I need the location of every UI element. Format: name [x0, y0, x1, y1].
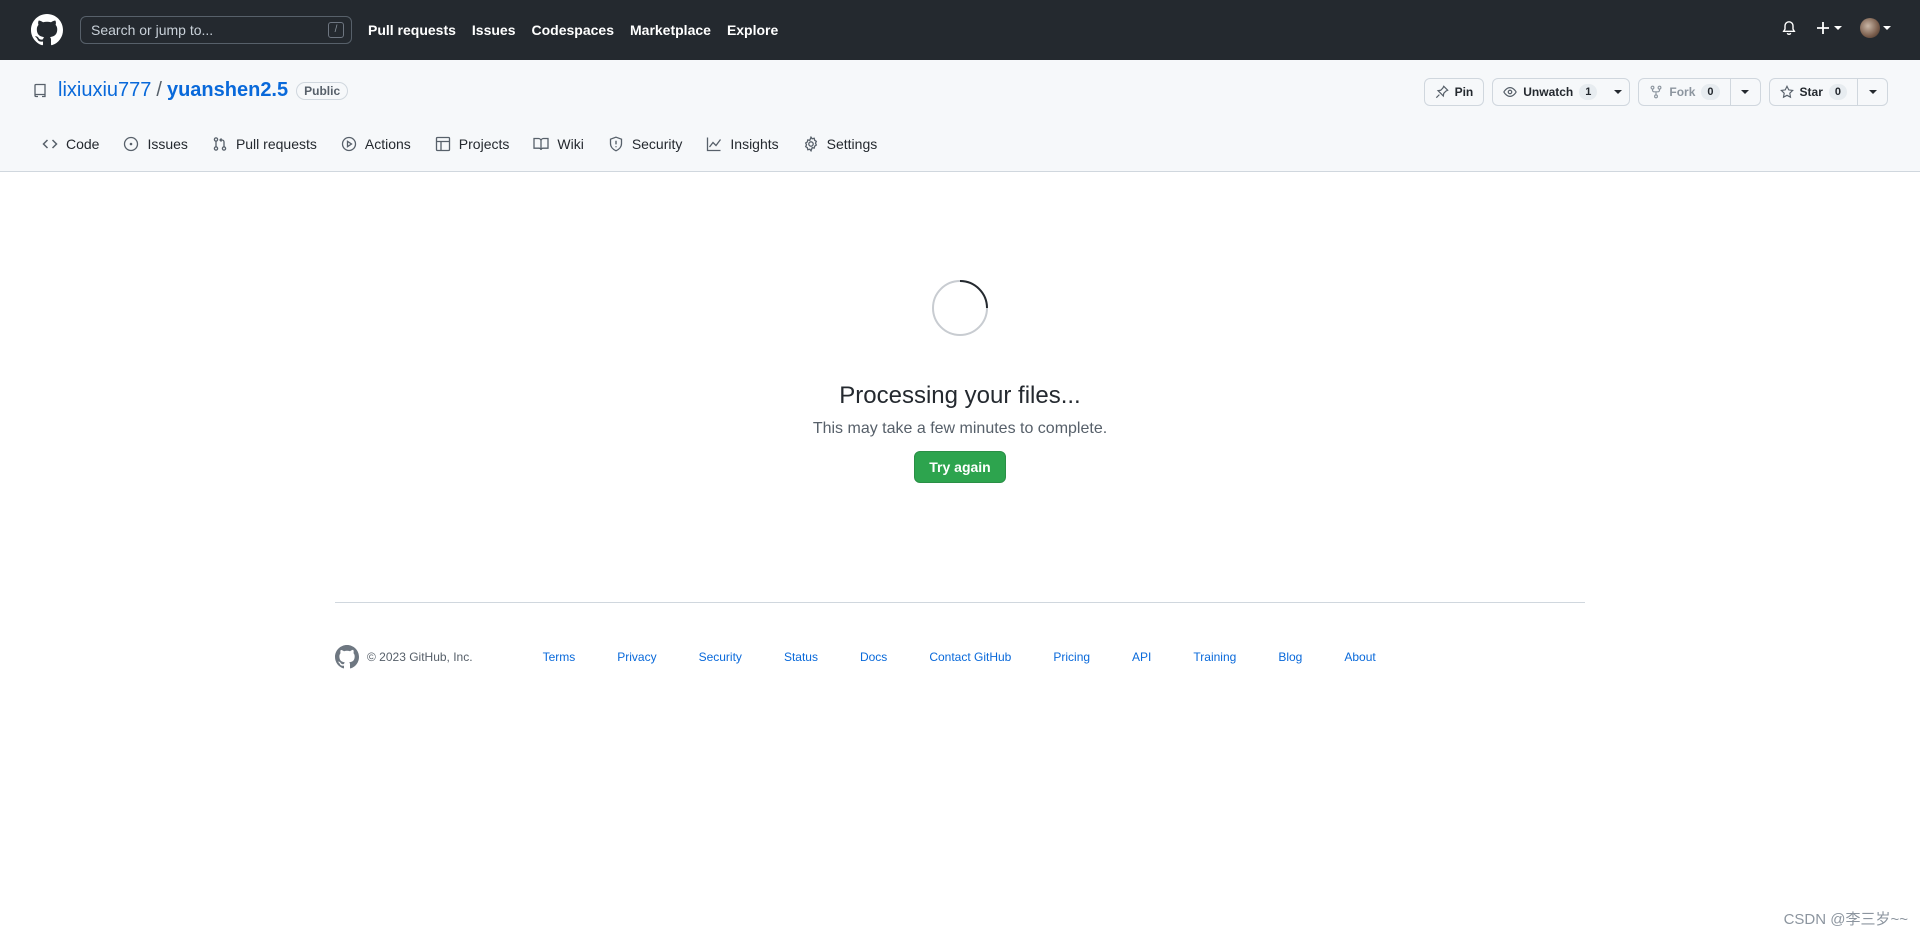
graph-icon [707, 137, 722, 152]
star-button[interactable]: Star 0 [1768, 78, 1888, 106]
repo-owner-link[interactable]: lixiuxiu777 [58, 79, 151, 102]
unwatch-dropdown[interactable] [1607, 79, 1629, 105]
chevron-down-icon [1741, 90, 1750, 94]
fork-button[interactable]: Fork 0 [1638, 78, 1761, 106]
create-new-menu[interactable] [1815, 20, 1842, 36]
tab-security[interactable]: Security [598, 130, 693, 158]
footer-links: Terms Privacy Security Status Docs Conta… [543, 650, 1418, 664]
footer-link-pricing[interactable]: Pricing [1053, 650, 1090, 664]
pull-request-icon [213, 137, 227, 151]
nav-pull-requests[interactable]: Pull requests [368, 22, 456, 38]
code-icon [42, 139, 58, 149]
nav-explore[interactable]: Explore [727, 22, 778, 38]
repo-tabs: Code Issues Pull requests Actions Projec… [32, 130, 887, 158]
footer-link-training[interactable]: Training [1193, 650, 1236, 664]
visibility-badge: Public [296, 81, 349, 100]
github-logo-icon[interactable] [31, 14, 63, 46]
chevron-down-icon [1834, 26, 1842, 30]
table-icon [435, 136, 450, 152]
issue-icon [124, 136, 139, 152]
unwatch-label: Unwatch [1523, 85, 1574, 99]
shield-icon [609, 136, 622, 152]
tab-security-label: Security [631, 136, 683, 152]
footer-link-security[interactable]: Security [699, 650, 742, 664]
tab-actions[interactable]: Actions [331, 130, 421, 158]
repo-icon [34, 83, 46, 97]
tab-insights[interactable]: Insights [696, 130, 788, 158]
tab-wiki-label: Wiki [557, 136, 584, 152]
pin-icon [1435, 85, 1449, 99]
search-input[interactable]: Search or jump to... / [80, 16, 352, 44]
avatar [1860, 18, 1880, 38]
loading-spinner [932, 280, 988, 336]
book-icon [533, 137, 550, 151]
tab-settings-label: Settings [826, 136, 878, 152]
footer-divider [335, 602, 1585, 603]
plus-icon [1817, 22, 1829, 34]
eye-icon [1503, 87, 1518, 97]
tab-code-label: Code [66, 136, 100, 152]
user-menu[interactable] [1860, 18, 1891, 38]
footer-link-status[interactable]: Status [784, 650, 818, 664]
footer-link-contact[interactable]: Contact GitHub [929, 650, 1011, 664]
pin-label: Pin [1454, 85, 1474, 99]
nav-marketplace[interactable]: Marketplace [630, 22, 711, 38]
search-shortcut-key: / [328, 22, 344, 38]
nav-codespaces[interactable]: Codespaces [532, 22, 614, 38]
footer-link-blog[interactable]: Blog [1278, 650, 1302, 664]
footer: © 2023 GitHub, Inc. Terms Privacy Securi… [335, 645, 1418, 669]
global-header: Search or jump to... / Pull requests Iss… [0, 0, 1920, 60]
tab-projects-label: Projects [458, 136, 510, 152]
play-circle-icon [341, 136, 357, 152]
watermark: CSDN @李三岁~~ [1783, 911, 1908, 928]
star-label: Star [1799, 85, 1823, 99]
footer-link-about[interactable]: About [1344, 650, 1375, 664]
tab-wiki[interactable]: Wiki [523, 130, 593, 158]
tab-pull-requests-label: Pull requests [235, 136, 317, 152]
fork-label: Fork [1669, 85, 1696, 99]
global-nav: Pull requests Issues Codespaces Marketpl… [368, 0, 778, 60]
fork-dropdown[interactable] [1729, 79, 1760, 105]
star-count: 0 [1828, 84, 1847, 100]
watchers-count: 1 [1579, 84, 1598, 100]
chevron-down-icon [1614, 90, 1623, 94]
star-icon [1779, 85, 1794, 99]
repo-title: lixiuxiu777 / yuanshen2.5 Public [32, 79, 349, 102]
pin-button[interactable]: Pin [1423, 78, 1485, 106]
footer-link-docs[interactable]: Docs [860, 650, 887, 664]
footer-link-api[interactable]: API [1132, 650, 1151, 664]
tab-pull-requests[interactable]: Pull requests [202, 130, 327, 158]
processing-subtitle: This may take a few minutes to complete. [812, 420, 1108, 437]
unwatch-button[interactable]: Unwatch 1 [1492, 78, 1631, 106]
header-right-controls [1781, 18, 1891, 38]
tab-issues[interactable]: Issues [113, 130, 197, 158]
github-mark-icon[interactable] [335, 645, 359, 669]
tab-actions-label: Actions [364, 136, 411, 152]
repository-header: lixiuxiu777 / yuanshen2.5 Public Pin Unw… [0, 60, 1920, 172]
tab-settings[interactable]: Settings [793, 130, 888, 158]
footer-link-terms[interactable]: Terms [543, 650, 576, 664]
repo-actions: Pin Unwatch 1 Fork 0 Star 0 [1423, 78, 1888, 106]
fork-count: 0 [1701, 84, 1720, 100]
footer-copyright: © 2023 GitHub, Inc. [367, 650, 473, 664]
gear-icon [804, 136, 817, 152]
chevron-down-icon [1883, 26, 1891, 30]
tab-projects[interactable]: Projects [425, 130, 520, 158]
chevron-down-icon [1868, 90, 1877, 94]
repo-separator: / [156, 79, 162, 101]
fork-icon [1650, 85, 1662, 99]
try-again-button[interactable]: Try again [914, 451, 1006, 483]
tab-code[interactable]: Code [32, 130, 109, 158]
search-placeholder: Search or jump to... [91, 22, 214, 38]
nav-issues[interactable]: Issues [472, 22, 516, 38]
repo-name-link[interactable]: yuanshen2.5 [167, 79, 288, 102]
star-dropdown[interactable] [1857, 79, 1887, 105]
tab-issues-label: Issues [147, 136, 188, 152]
processing-title: Processing your files... [839, 382, 1081, 409]
footer-link-privacy[interactable]: Privacy [617, 650, 656, 664]
tab-insights-label: Insights [730, 136, 779, 152]
bell-icon[interactable] [1781, 20, 1797, 36]
